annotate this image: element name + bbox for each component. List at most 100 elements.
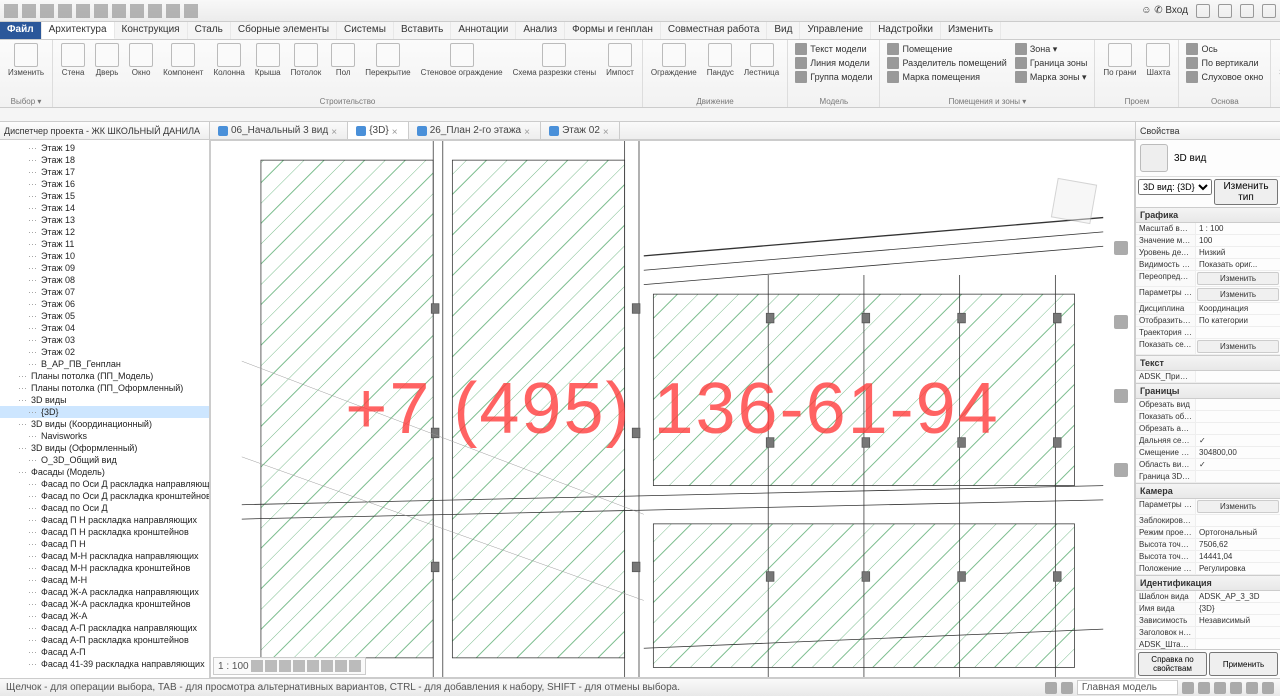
tab-Сборные элементы[interactable]: Сборные элементы [231, 22, 337, 39]
filter-icon[interactable] [1262, 682, 1274, 694]
tree-item[interactable]: Этаж 19 [0, 142, 209, 154]
minimize-icon[interactable] [1218, 4, 1232, 18]
prop-row[interactable]: Заголовок на... [1136, 627, 1280, 639]
browser-tree[interactable]: Этаж 19Этаж 18Этаж 17Этаж 16Этаж 15Этаж … [0, 140, 209, 678]
prop-group[interactable]: Камера [1136, 483, 1280, 499]
btn-Зона ▾[interactable]: Зона ▾ [1012, 42, 1091, 56]
tree-item[interactable]: {3D} [0, 406, 209, 418]
tab-Совместная работа[interactable]: Совместная работа [661, 22, 768, 39]
tree-item[interactable]: Фасад Ж-А раскладка кронштейнов [0, 598, 209, 610]
reveal-icon[interactable] [349, 660, 361, 672]
tree-item[interactable]: Этаж 16 [0, 178, 209, 190]
tab-Надстройки[interactable]: Надстройки [871, 22, 941, 39]
prop-group[interactable]: Текст [1136, 355, 1280, 371]
btn-Дверь[interactable]: Дверь [91, 42, 123, 96]
prop-row[interactable]: Видимость ч...Показать ориг... [1136, 259, 1280, 271]
tab-Аннотации[interactable]: Аннотации [451, 22, 516, 39]
tree-item[interactable]: Этаж 08 [0, 274, 209, 286]
prop-row[interactable]: Дальняя секу...✓ [1136, 435, 1280, 447]
prop-row[interactable]: Траектория с... [1136, 327, 1280, 339]
prop-row[interactable]: Параметры в...Изменить [1136, 499, 1280, 515]
switch-icon[interactable] [184, 4, 198, 18]
prop-row[interactable]: Уровень дета...Низкий [1136, 247, 1280, 259]
tab-Вид[interactable]: Вид [767, 22, 800, 39]
prop-row[interactable]: Показать сет...Изменить [1136, 339, 1280, 355]
close-tab-icon[interactable]: × [392, 127, 400, 135]
prop-row[interactable]: Режим проец...Ортогональный [1136, 527, 1280, 539]
tree-item[interactable]: Фасад Ж-А [0, 610, 209, 622]
btn-Пандус[interactable]: Пандус [703, 42, 738, 96]
prop-group[interactable]: Границы [1136, 383, 1280, 399]
prop-row[interactable]: Заблокирова... [1136, 515, 1280, 527]
prop-row[interactable]: Смещение да...304800,00 [1136, 447, 1280, 459]
btn-Стена[interactable]: Стена [57, 42, 89, 96]
tree-item[interactable]: В_АР_ПВ_Генплан [0, 358, 209, 370]
tab-Конструкция[interactable]: Конструкция [115, 22, 188, 39]
tree-item[interactable]: Фасад П Н раскладка кронштейнов [0, 526, 209, 538]
tree-item[interactable]: 3D виды (Координационный) [0, 418, 209, 430]
user-login[interactable]: ☺ ✆ Вход [1141, 5, 1188, 16]
props-help-button[interactable]: Справка по свойствам [1138, 652, 1207, 676]
prop-row[interactable]: Имя вида{3D} [1136, 603, 1280, 615]
tab-Системы[interactable]: Системы [337, 22, 394, 39]
crop-icon[interactable] [148, 4, 162, 18]
btn-Крыша[interactable]: Крыша [251, 42, 285, 96]
measure-icon[interactable] [112, 4, 126, 18]
tree-item[interactable]: Фасад А-П раскладка направляющих [0, 622, 209, 634]
props-body[interactable]: ГрафикаМасштаб вида1 : 100Значение ма...… [1136, 207, 1280, 649]
tree-item[interactable]: Этаж 18 [0, 154, 209, 166]
prop-row[interactable]: Область види...✓ [1136, 459, 1280, 471]
select-underlay-icon[interactable] [1198, 682, 1210, 694]
scale-label[interactable]: 1 : 100 [218, 661, 249, 672]
nav-bar[interactable] [1114, 241, 1128, 477]
prop-group[interactable]: Идентификация [1136, 575, 1280, 591]
tree-item[interactable]: Фасад М-Н раскладка кронштейнов [0, 562, 209, 574]
tree-item[interactable]: Фасад М-Н раскладка направляющих [0, 550, 209, 562]
tree-item[interactable]: Фасад 41-39 раскладка направляющих [0, 658, 209, 670]
btn-Пол[interactable]: Пол [327, 42, 359, 96]
prop-row[interactable]: Положение к...Регулировка [1136, 563, 1280, 575]
tree-item[interactable]: Фасад по Оси Д раскладка кронштейнов [0, 490, 209, 502]
tree-item[interactable]: Фасады (Модель) [0, 466, 209, 478]
save-icon[interactable] [40, 4, 54, 18]
tree-item[interactable]: 3D виды [0, 394, 209, 406]
tree-item[interactable]: Фасад П Н раскладка направляющих [0, 514, 209, 526]
prop-row[interactable]: Шаблон видаADSK_АР_3_3D [1136, 591, 1280, 603]
maximize-icon[interactable] [1240, 4, 1254, 18]
tree-item[interactable]: О_3D_Общий вид [0, 454, 209, 466]
tab-Анализ[interactable]: Анализ [516, 22, 565, 39]
model-search[interactable]: Главная модель [1077, 680, 1178, 695]
select-link-icon[interactable] [1182, 682, 1194, 694]
prop-row[interactable]: Переопредел...Изменить [1136, 271, 1280, 287]
prop-row[interactable]: Высота точки...14441,04 [1136, 551, 1280, 563]
tree-item[interactable]: Фасад А-П [0, 646, 209, 658]
btn-Потолок[interactable]: Потолок [287, 42, 326, 96]
btn-Помещение[interactable]: Помещение [884, 42, 1009, 56]
tree-item[interactable]: Этаж 10 [0, 250, 209, 262]
tree-item[interactable]: Этаж 14 [0, 202, 209, 214]
prop-row[interactable]: Отобразить с...По категории [1136, 315, 1280, 327]
modify-button[interactable]: Изменить [4, 42, 48, 96]
crop-icon[interactable] [321, 660, 333, 672]
prop-row[interactable]: Показать обл... [1136, 411, 1280, 423]
tree-item[interactable]: Этаж 03 [0, 334, 209, 346]
tab-Управление[interactable]: Управление [800, 22, 871, 39]
sun-icon[interactable] [279, 660, 291, 672]
close-tab-icon[interactable]: × [331, 127, 339, 135]
tree-item[interactable]: Фасад по Оси Д [0, 502, 209, 514]
prop-row[interactable]: ДисциплинаКоординация [1136, 303, 1280, 315]
open-icon[interactable] [22, 4, 36, 18]
shadow-icon[interactable] [293, 660, 305, 672]
prop-group[interactable]: Графика [1136, 207, 1280, 223]
redo-icon[interactable] [76, 4, 90, 18]
tree-item[interactable]: Этаж 13 [0, 214, 209, 226]
select-pinned-icon[interactable] [1214, 682, 1226, 694]
tree-item[interactable]: Фасад П Н [0, 538, 209, 550]
tree-item[interactable]: Этаж 15 [0, 190, 209, 202]
btn-Линия модели[interactable]: Линия модели [792, 56, 875, 70]
view-tab[interactable]: Этаж 02× [541, 122, 620, 139]
type-selector[interactable]: 3D вид: {3D} [1138, 179, 1212, 195]
tree-item[interactable]: Этаж 02 [0, 346, 209, 358]
prop-row[interactable]: Граница 3D в... [1136, 471, 1280, 483]
btn-Ось[interactable]: Ось [1183, 42, 1266, 56]
